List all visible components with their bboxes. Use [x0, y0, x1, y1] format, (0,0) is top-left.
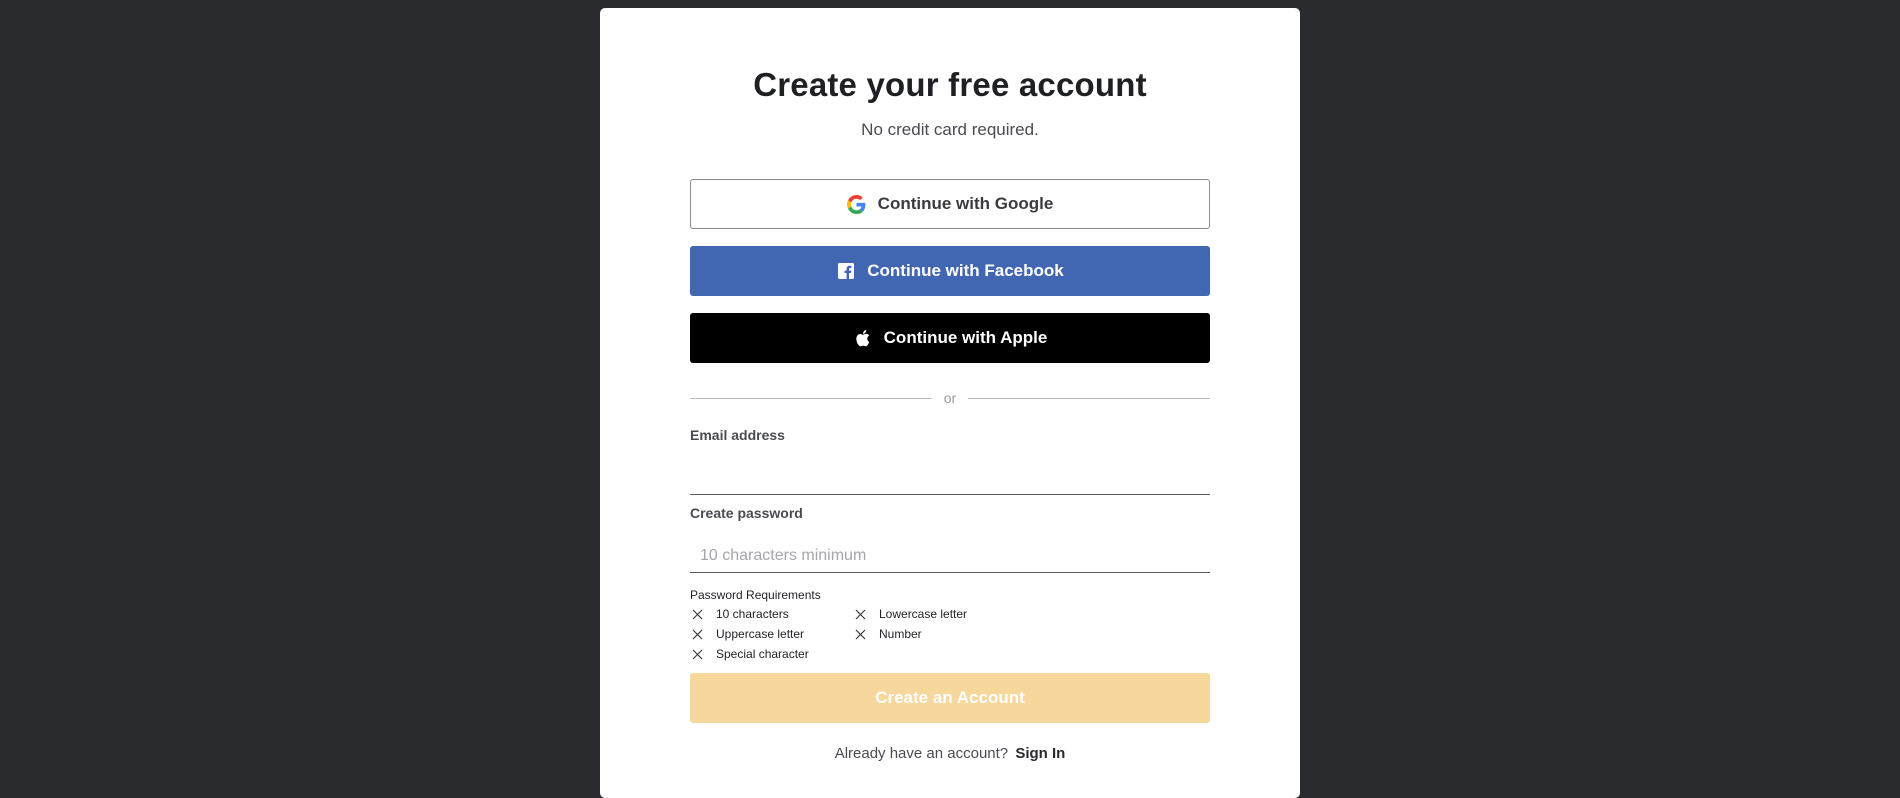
continue-with-facebook-button[interactable]: Continue with Facebook [690, 246, 1210, 296]
requirement-unmet-x-icon [691, 608, 704, 621]
password-input[interactable] [690, 539, 1210, 573]
create-account-button[interactable]: Create an Account [690, 673, 1210, 723]
requirement-label: Number [879, 627, 922, 641]
or-divider: or [690, 390, 1210, 406]
google-button-label: Continue with Google [877, 194, 1054, 213]
requirement-unmet-x-icon [691, 648, 704, 661]
requirement-label: 10 characters [716, 607, 789, 621]
facebook-button-label: Continue with Facebook [867, 261, 1064, 280]
apple-logo-icon [853, 328, 873, 348]
requirement-label: Special character [716, 647, 809, 661]
divider-line-right [968, 398, 1210, 399]
continue-with-apple-button[interactable]: Continue with Apple [690, 313, 1210, 363]
requirement-lowercase: Lowercase letter [853, 607, 967, 621]
password-requirements-title: Password Requirements [690, 588, 821, 602]
requirement-unmet-x-icon [691, 628, 704, 641]
signin-prompt: Already have an account? Sign In [600, 745, 1300, 762]
email-label: Email address [690, 427, 785, 443]
requirement-label: Lowercase letter [879, 607, 968, 621]
sign-in-link[interactable]: Sign In [1015, 745, 1065, 762]
requirement-number: Number [853, 627, 922, 641]
requirement-uppercase: Uppercase letter [690, 627, 804, 641]
requirement-unmet-x-icon [854, 608, 867, 621]
requirement-length: 10 characters [690, 607, 789, 621]
facebook-f-icon [836, 261, 856, 281]
email-input[interactable] [690, 461, 1210, 495]
apple-button-label: Continue with Apple [883, 328, 1048, 347]
password-label: Create password [690, 505, 803, 521]
google-g-icon [847, 194, 867, 214]
continue-with-google-button[interactable]: Continue with Google [690, 179, 1210, 229]
signin-prompt-text: Already have an account? [834, 745, 1009, 762]
page-subtitle: No credit card required. [861, 120, 1039, 139]
requirement-label: Uppercase letter [716, 627, 805, 641]
page-title: Create your free account [753, 66, 1147, 103]
requirement-unmet-x-icon [854, 628, 867, 641]
requirement-special-character: Special character [690, 647, 809, 661]
signup-card: Create your free account No credit card … [600, 8, 1300, 798]
